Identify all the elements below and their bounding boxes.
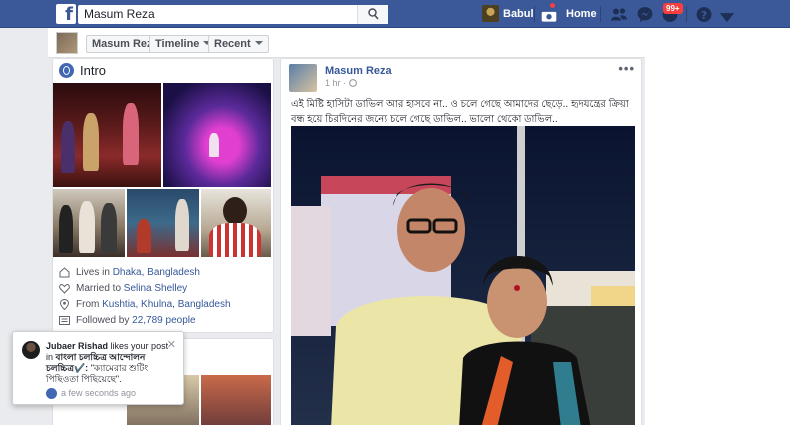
facebook-logo-icon[interactable]: f (56, 4, 76, 24)
search-input[interactable]: Masum Reza (78, 5, 388, 24)
featured-photo-scene[interactable] (127, 189, 199, 257)
search-button[interactable] (357, 5, 388, 24)
featured-photo-group[interactable] (53, 189, 125, 257)
intro-card: Intro Lives in Dhaka, Bangladesh Married… (52, 58, 274, 333)
post-author-link[interactable]: Masum Reza (325, 65, 392, 77)
caret-down-icon (254, 41, 263, 45)
svg-text:?: ? (701, 9, 707, 22)
post-timestamp[interactable]: 1 hr · (325, 78, 357, 88)
featured-photo-portrait[interactable] (201, 189, 271, 257)
intro-lives-in: Lives in Dhaka, Bangladesh (59, 267, 200, 278)
timeline-subnav: Masum Reza Timeline Recent (48, 28, 645, 58)
toast-timestamp: a few seconds ago (61, 388, 137, 398)
camera-icon[interactable] (540, 7, 558, 24)
search-icon (368, 8, 379, 20)
heart-icon (59, 284, 70, 294)
recent-label: Recent (214, 38, 251, 50)
location-pin-icon (59, 299, 70, 310)
home-link[interactable]: Home (566, 8, 597, 20)
right-rail (645, 28, 790, 425)
post-body-text: এই মিষ্টি হাসিটা ডাভিল আর হাসবে না.. ও চ… (291, 99, 629, 125)
from-prefix: From (76, 299, 100, 310)
lives-place-link[interactable]: Dhaka, Bangladesh (113, 267, 200, 278)
messenger-icon[interactable] (636, 6, 654, 23)
privacy-globe-icon (348, 79, 357, 87)
home-icon (59, 267, 70, 278)
profile-link[interactable]: Babul (503, 8, 534, 20)
followed-prefix: Followed by (76, 315, 130, 326)
hometown-link[interactable]: Kushtia, Khulna, Bangladesh (102, 299, 230, 310)
nav-divider (600, 6, 601, 22)
followers-count-link[interactable]: 22,789 people (132, 315, 195, 326)
friend-requests-icon[interactable] (610, 6, 628, 23)
like-icon (46, 388, 57, 399)
more-options-icon[interactable]: ••• (618, 61, 635, 76)
top-navigation-bar: f Masum Reza Babul Home 99+ ? (0, 0, 790, 28)
avatar (22, 341, 40, 359)
married-prefix: Married to (76, 283, 122, 294)
intro-header: Intro (59, 63, 106, 78)
globe-icon (59, 63, 74, 78)
notification-count-badge: 99+ (663, 3, 683, 14)
avatar[interactable] (289, 64, 317, 92)
lives-prefix: Lives in (76, 267, 110, 278)
intro-followers: Followed by 22,789 people (59, 315, 196, 326)
post-photo[interactable] (291, 126, 635, 425)
recent-dropdown[interactable]: Recent (208, 35, 269, 53)
profile-thumbnail[interactable] (56, 32, 78, 54)
followers-icon (59, 316, 70, 325)
toast-actor: Jubaer Rishad (46, 341, 109, 351)
notification-toast[interactable]: Jubaer Rishad likes your post in বাংলা চ… (12, 331, 184, 405)
featured-photo-stage-lights[interactable] (163, 83, 271, 187)
intro-from: From Kushtia, Khulna, Bangladesh (59, 299, 231, 310)
avatar[interactable] (482, 5, 499, 22)
nav-divider (534, 6, 535, 22)
post-time-label: 1 hr · (325, 78, 347, 88)
nav-divider (686, 6, 687, 22)
timeline-label: Timeline (155, 38, 200, 50)
post-photo-scene (291, 126, 635, 425)
intro-title: Intro (80, 63, 107, 78)
timeline-post: Masum Reza 1 hr · ••• এই মিষ্টি হাসিটা ড… (280, 58, 642, 425)
intro-married: Married to Selina Shelley (59, 283, 187, 294)
new-indicator-badge (549, 2, 556, 9)
photo-thumbnail[interactable] (201, 375, 271, 425)
spouse-link[interactable]: Selina Shelley (124, 283, 187, 294)
help-icon[interactable]: ? (695, 6, 713, 23)
chevron-down-icon[interactable] (718, 10, 736, 27)
featured-photo-stage-play[interactable] (53, 83, 161, 187)
toast-message: Jubaer Rishad likes your post in বাংলা চ… (46, 341, 174, 385)
close-icon[interactable]: ✕ (167, 338, 176, 351)
